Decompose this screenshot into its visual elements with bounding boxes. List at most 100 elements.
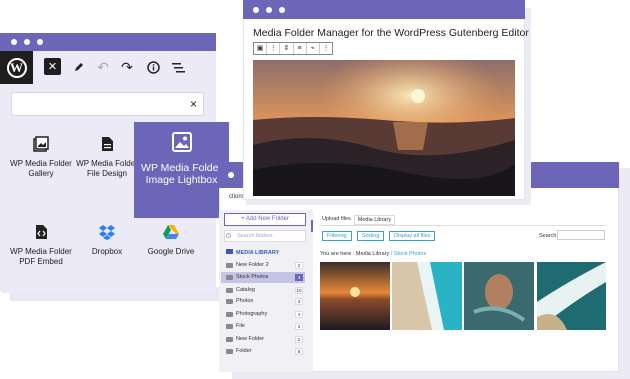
image-block-icon[interactable]: ▣: [254, 43, 268, 54]
file-icon: [71, 133, 143, 155]
media-library-label: MEDIA LIBRARY: [236, 250, 280, 256]
link-icon[interactable]: ⌁: [307, 43, 320, 54]
clear-search-icon[interactable]: ×: [190, 97, 197, 111]
folder-count: 2: [295, 262, 303, 269]
media-thumbnail[interactable]: [392, 262, 462, 330]
folder-icon: [226, 288, 233, 293]
folder-icon: [226, 324, 233, 329]
google-drive-icon: [135, 221, 207, 243]
block-label: Google Drive: [147, 247, 195, 256]
drag-handle-icon[interactable]: ⋮: [267, 43, 281, 54]
folder-count: 4: [295, 274, 303, 281]
sunset-sea-image[interactable]: [253, 60, 515, 196]
tab-media-library[interactable]: Media Library: [353, 215, 396, 225]
search-label: Search: [539, 233, 557, 239]
tab-upload-files[interactable]: Upload files: [319, 215, 354, 225]
image-icon: [134, 132, 229, 162]
sorting-button[interactable]: Sorting: [357, 231, 385, 241]
window-dot: [266, 7, 272, 13]
add-new-folder-button[interactable]: + Add New Folder: [224, 213, 306, 226]
folder-count: 3: [295, 298, 303, 305]
folder-name: New Folder: [236, 336, 265, 342]
search-folders-input[interactable]: Search folders: [224, 230, 306, 242]
folder-name: Photography: [236, 311, 268, 317]
folder-row[interactable]: Photography 4: [221, 309, 305, 320]
block-dropbox[interactable]: Dropbox: [71, 221, 143, 257]
redo-icon[interactable]: ↷: [117, 57, 137, 77]
folder-icon: [226, 299, 233, 304]
media-search-input[interactable]: [557, 230, 605, 240]
folder-row[interactable]: Catalog 10: [221, 285, 305, 296]
undo-icon[interactable]: ↶: [93, 57, 113, 77]
block-image-lightbox[interactable]: WP Media Folder Image Lightbox: [134, 122, 229, 218]
window-dot: [228, 172, 234, 178]
folder-name: File: [236, 323, 245, 329]
more-options-icon[interactable]: ⋮: [320, 43, 332, 54]
folder-row[interactable]: New Folder 2: [221, 334, 305, 345]
folder-name: Stock Photos: [236, 274, 269, 280]
folder-name: New Folder 2: [236, 262, 269, 268]
pencil-icon[interactable]: [69, 57, 89, 77]
folder-name: Photos: [236, 298, 254, 304]
window-dot: [253, 7, 259, 13]
folder-count: 3: [295, 323, 303, 330]
block-pdf-embed[interactable]: WP Media Folder PDF Embed: [5, 221, 77, 267]
block-label: WP Media Folder File Design: [76, 159, 138, 178]
resize-handle[interactable]: [311, 220, 313, 232]
dropbox-icon: [71, 221, 143, 243]
post-title[interactable]: Media Folder Manager for the WordPress G…: [253, 27, 529, 39]
breadcrumb-prefix: You are here :: [320, 251, 355, 257]
media-library-root[interactable]: MEDIA LIBRARY: [226, 249, 279, 256]
window-dot: [11, 39, 17, 45]
folder-count: 2: [295, 336, 303, 343]
code-icon: [5, 221, 77, 243]
folder-row-selected[interactable]: Stock Photos 4: [221, 272, 305, 283]
folder-name: Folder: [236, 348, 252, 354]
folder-icon: [226, 312, 233, 317]
filtering-button[interactable]: Filtering: [322, 231, 352, 241]
wordpress-logo-icon[interactable]: W: [0, 51, 33, 84]
media-thumbnail[interactable]: [464, 262, 534, 330]
media-thumbnail[interactable]: [320, 262, 390, 330]
folder-row[interactable]: File 3: [221, 321, 305, 332]
block-label: WP Media Folder Gallery: [10, 159, 72, 178]
gallery-icon: [5, 133, 77, 155]
block-gallery[interactable]: WP Media Folder Gallery: [5, 133, 77, 179]
folder-icon: [226, 349, 233, 354]
window-dot: [279, 7, 285, 13]
block-label: Dropbox: [91, 247, 123, 256]
breadcrumb-current[interactable]: Stock Photos: [394, 251, 426, 257]
block-google-drive[interactable]: Google Drive: [135, 221, 207, 257]
gutenberg-title-bar: [243, 0, 525, 19]
window-dot: [24, 39, 30, 45]
folder-icon: [226, 263, 233, 268]
align-icon[interactable]: ≡: [294, 43, 307, 54]
folder-row[interactable]: Folder 8: [221, 346, 305, 357]
info-icon[interactable]: [143, 57, 163, 77]
folder-row[interactable]: New Folder 2 2: [221, 260, 305, 271]
search-icon: [226, 233, 231, 238]
folder-icon: [226, 275, 233, 280]
folder-count: 4: [295, 311, 303, 318]
folder-count: 10: [295, 287, 303, 294]
media-thumbnail[interactable]: [537, 262, 606, 330]
display-all-files-button[interactable]: Display all files: [389, 231, 436, 241]
move-icon[interactable]: ⇕: [280, 43, 294, 54]
divider: [319, 225, 606, 226]
close-inserter-button[interactable]: ✕: [44, 58, 61, 75]
breadcrumb-separator: /: [390, 251, 393, 257]
list-view-icon[interactable]: [168, 57, 188, 77]
block-file-design[interactable]: WP Media Folder File Design: [71, 133, 143, 179]
folder-icon: [226, 337, 233, 342]
block-search-input[interactable]: ×: [11, 92, 204, 116]
editor-title-bar: [0, 33, 216, 51]
block-label: WP Media Folder Image Lightbox: [141, 162, 222, 186]
block-label: WP Media Folder PDF Embed: [10, 247, 72, 266]
folder-row[interactable]: Photos 3: [221, 296, 305, 307]
folder-name: Catalog: [236, 287, 255, 293]
breadcrumb: You are here : Media Library / Stock Pho…: [320, 251, 426, 257]
window-dot: [37, 39, 43, 45]
block-toolbar: ▣ ⋮ ⇕ ≡ ⌁ ⋮: [253, 42, 333, 55]
folder-count: 8: [295, 348, 303, 355]
breadcrumb-root[interactable]: Media Library: [356, 251, 389, 257]
